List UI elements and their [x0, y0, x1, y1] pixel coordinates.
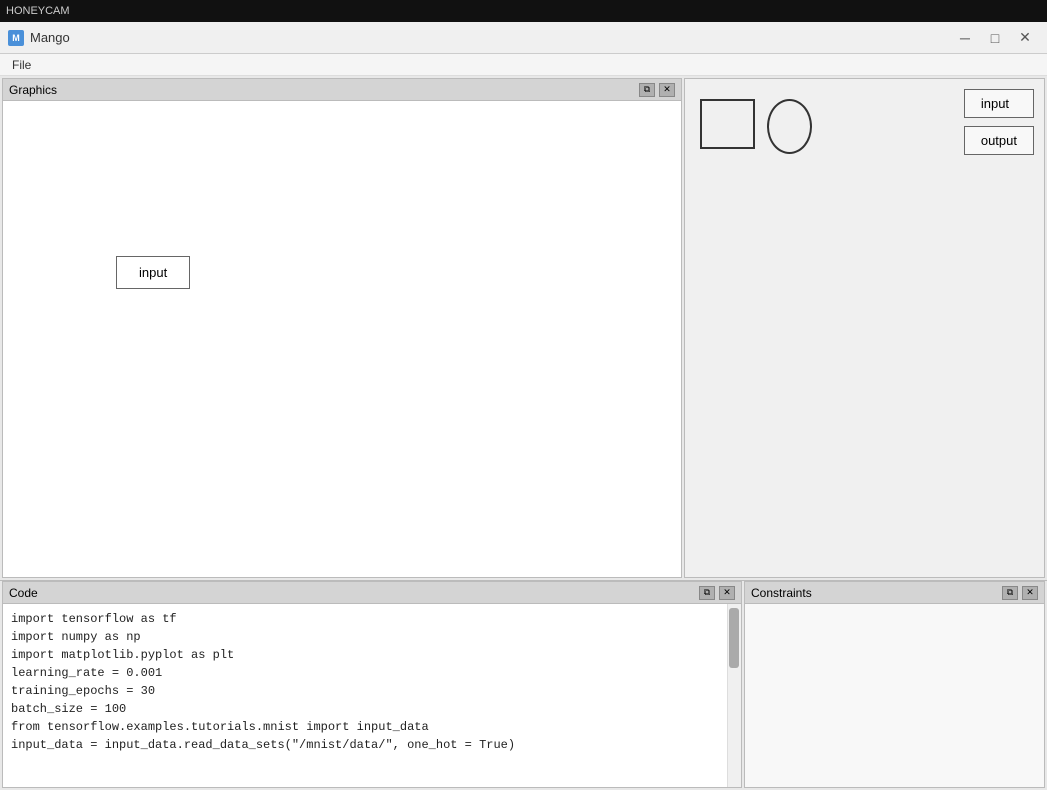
right-panel: input output — [684, 78, 1045, 578]
right-panel-nodes: input output — [964, 89, 1034, 155]
graphics-restore-btn[interactable]: ⧉ — [639, 83, 655, 97]
constraints-content — [745, 604, 1044, 787]
graphics-close-btn[interactable]: ✕ — [659, 83, 675, 97]
code-scrollbar-thumb — [729, 608, 739, 668]
menu-file[interactable]: File — [4, 56, 39, 74]
code-line: import tensorflow as tf — [11, 610, 733, 628]
app-body: File Graphics ⧉ ✕ input — [0, 54, 1047, 790]
lower-panels: Code ⧉ ✕ import tensorflow as tfimport n… — [0, 580, 1047, 790]
code-line: import matplotlib.pyplot as plt — [11, 646, 733, 664]
upper-panels: Graphics ⧉ ✕ input — [0, 76, 1047, 580]
graphics-panel-header: Graphics ⧉ ✕ — [3, 79, 681, 101]
code-line: batch_size = 100 — [11, 700, 733, 718]
constraints-panel-title: Constraints — [751, 586, 812, 600]
app-icon: M — [8, 30, 24, 46]
window-controls: ─ □ ✕ — [951, 27, 1039, 49]
constraints-panel-controls: ⧉ ✕ — [1002, 586, 1038, 600]
output-button[interactable]: output — [964, 126, 1034, 155]
code-line: training_epochs = 30 — [11, 682, 733, 700]
graphics-panel: Graphics ⧉ ✕ input — [2, 78, 682, 578]
code-line: from tensorflow.examples.tutorials.mnist… — [11, 718, 733, 736]
code-panel-header: Code ⧉ ✕ — [3, 582, 741, 604]
code-content: import tensorflow as tfimport numpy as n… — [3, 604, 741, 787]
code-scrollbar[interactable] — [727, 604, 741, 787]
code-line: input_data = input_data.read_data_sets("… — [11, 736, 733, 754]
code-panel: Code ⧉ ✕ import tensorflow as tfimport n… — [2, 581, 742, 788]
input-node-graphics[interactable]: input — [116, 256, 190, 289]
input-button[interactable]: input — [964, 89, 1034, 118]
graphics-panel-title: Graphics — [9, 83, 57, 97]
code-lines: import tensorflow as tfimport numpy as n… — [11, 610, 733, 754]
close-button[interactable]: ✕ — [1011, 27, 1039, 49]
constraints-close-btn[interactable]: ✕ — [1022, 586, 1038, 600]
menu-bar: File — [0, 54, 1047, 76]
constraints-panel-header: Constraints ⧉ ✕ — [745, 582, 1044, 604]
code-close-btn[interactable]: ✕ — [719, 586, 735, 600]
code-panel-title: Code — [9, 586, 38, 600]
app-title: Mango — [30, 30, 951, 45]
minimize-button[interactable]: ─ — [951, 27, 979, 49]
top-bar: HONEYCAM — [0, 0, 1047, 22]
maximize-button[interactable]: □ — [981, 27, 1009, 49]
code-line: learning_rate = 0.001 — [11, 664, 733, 682]
shape-rectangle — [700, 99, 755, 149]
honeycam-label: HONEYCAM — [6, 5, 70, 17]
graphics-canvas: input — [3, 101, 681, 577]
constraints-panel: Constraints ⧉ ✕ — [744, 581, 1045, 788]
shape-oval — [767, 99, 812, 154]
code-restore-btn[interactable]: ⧉ — [699, 586, 715, 600]
graphics-panel-controls: ⧉ ✕ — [639, 83, 675, 97]
code-line: import numpy as np — [11, 628, 733, 646]
title-bar: M Mango ─ □ ✕ — [0, 22, 1047, 54]
constraints-restore-btn[interactable]: ⧉ — [1002, 586, 1018, 600]
code-panel-controls: ⧉ ✕ — [699, 586, 735, 600]
